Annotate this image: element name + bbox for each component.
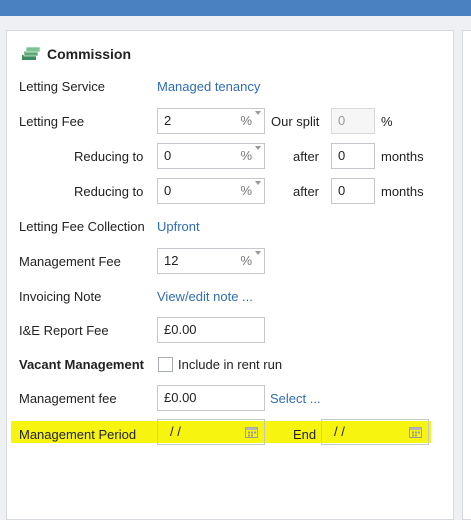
management-period-start-value: / / bbox=[170, 424, 181, 439]
letting-service-link[interactable]: Managed tenancy bbox=[157, 79, 260, 95]
management-period-start-input[interactable]: / / bbox=[157, 419, 265, 445]
letting-fee-input[interactable]: 2 % bbox=[157, 108, 265, 134]
letting-fee-value: 2 bbox=[164, 113, 172, 128]
invoicing-note-label: Invoicing Note bbox=[19, 289, 102, 304]
letting-fee-collection-link[interactable]: Upfront bbox=[157, 219, 200, 235]
vacant-management-label: Vacant Management bbox=[19, 357, 144, 372]
reducing-to-unit-1: % bbox=[240, 148, 252, 163]
select-link[interactable]: Select ... bbox=[270, 391, 321, 407]
our-split-label: Our split bbox=[271, 114, 320, 129]
management-fee-amount-label: Management fee bbox=[19, 391, 117, 406]
management-fee-unit: % bbox=[240, 253, 252, 268]
commission-panel: Commission Letting Service Managed tenan… bbox=[6, 30, 454, 520]
months-input-1[interactable]: 0 bbox=[331, 143, 375, 169]
reducing-spinner-icon-1[interactable] bbox=[255, 146, 261, 150]
management-period-label: Management Period bbox=[19, 427, 137, 442]
top-bar bbox=[0, 0, 471, 16]
months-value-1: 0 bbox=[338, 148, 346, 163]
reducing-to-label-2: Reducing to bbox=[74, 184, 144, 199]
ie-report-fee-input[interactable]: £0.00 bbox=[157, 317, 265, 343]
reducing-to-input-2[interactable]: 0 % bbox=[157, 178, 265, 204]
management-fee-label: Management Fee bbox=[19, 254, 121, 269]
reducing-to-value-1: 0 bbox=[164, 148, 172, 163]
months-value-2: 0 bbox=[338, 183, 346, 198]
months-label-1: months bbox=[381, 149, 424, 164]
reducing-to-unit-2: % bbox=[240, 183, 252, 198]
ie-report-fee-label: I&E Report Fee bbox=[19, 323, 109, 338]
section-header: Commission bbox=[21, 45, 131, 63]
reducing-to-label-1: Reducing to bbox=[74, 149, 144, 164]
our-split-unit: % bbox=[381, 114, 393, 129]
after-label-1: after bbox=[293, 149, 320, 164]
after-label-2: after bbox=[293, 184, 320, 199]
management-period-end-input[interactable]: / / bbox=[321, 419, 429, 445]
months-input-2[interactable]: 0 bbox=[331, 178, 375, 204]
months-label-2: months bbox=[381, 184, 424, 199]
letting-fee-spinner-icon[interactable] bbox=[255, 111, 261, 115]
management-fee-amount-value: £0.00 bbox=[164, 390, 197, 405]
management-fee-input[interactable]: 12 % bbox=[157, 248, 265, 274]
letting-fee-collection-label: Letting Fee Collection bbox=[19, 219, 145, 234]
letting-fee-label: Letting Fee bbox=[19, 114, 85, 129]
view-edit-note-link[interactable]: View/edit note ... bbox=[157, 289, 253, 305]
management-fee-spinner-icon[interactable] bbox=[255, 251, 261, 255]
management-fee-amount-input[interactable]: £0.00 bbox=[157, 385, 265, 411]
reducing-spinner-icon-2[interactable] bbox=[255, 181, 261, 185]
letting-fee-unit: % bbox=[240, 113, 252, 128]
money-stack-icon bbox=[22, 46, 41, 60]
reducing-to-input-1[interactable]: 0 % bbox=[157, 143, 265, 169]
management-period-end-value: / / bbox=[334, 424, 345, 439]
reducing-to-value-2: 0 bbox=[164, 183, 172, 198]
calendar-icon[interactable] bbox=[409, 426, 422, 438]
include-in-rent-run-checkbox[interactable] bbox=[158, 357, 173, 372]
calendar-icon[interactable] bbox=[245, 426, 258, 438]
ie-report-fee-value: £0.00 bbox=[164, 322, 197, 337]
our-split-value: 0 bbox=[338, 113, 346, 128]
our-split-input: 0 bbox=[331, 108, 375, 134]
include-in-rent-run-label: Include in rent run bbox=[178, 357, 283, 372]
section-title: Commission bbox=[47, 46, 132, 62]
management-fee-value: 12 bbox=[164, 253, 179, 268]
letting-service-label: Letting Service bbox=[19, 79, 105, 94]
end-label: End bbox=[293, 427, 317, 442]
adjacent-panel bbox=[462, 30, 471, 520]
